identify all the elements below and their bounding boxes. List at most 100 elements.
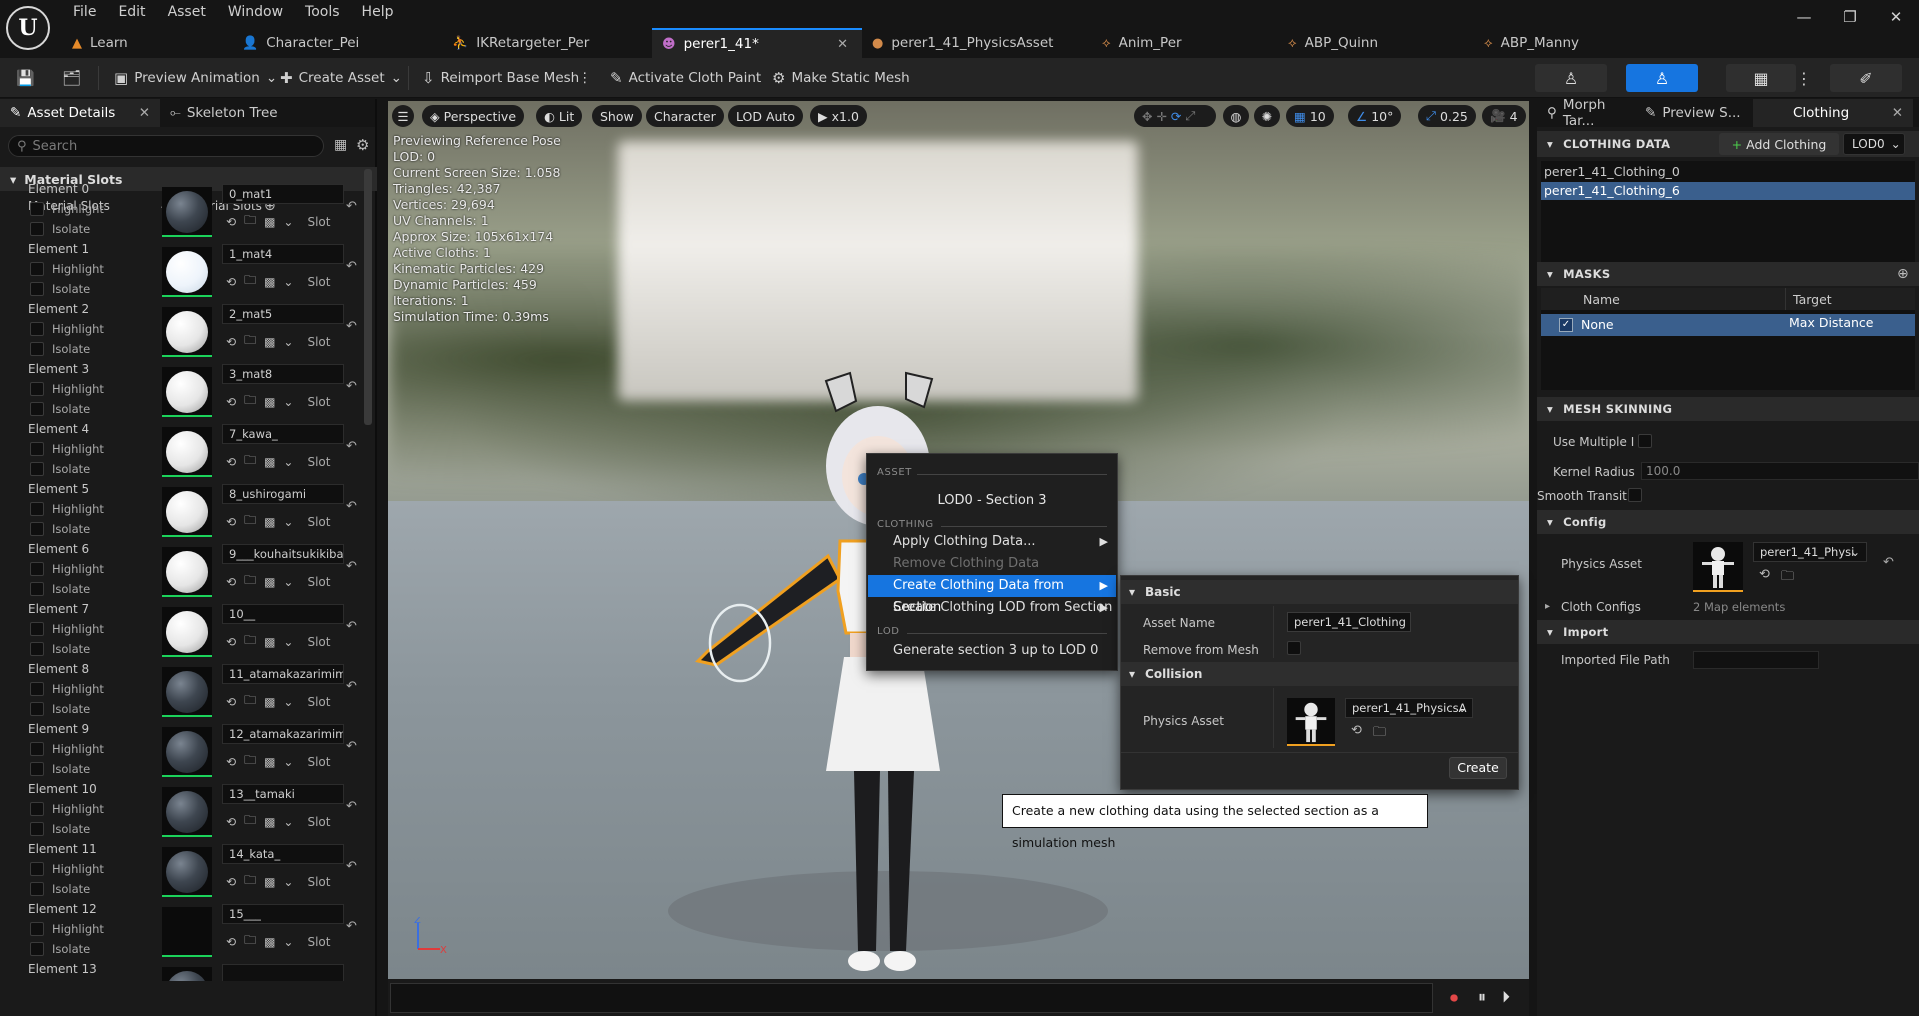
highlight-checkbox[interactable] bbox=[30, 502, 44, 516]
chevron-down-icon[interactable]: ⌄ bbox=[283, 935, 293, 949]
reset-icon[interactable]: ↶ bbox=[346, 439, 357, 454]
asset-name-input[interactable]: perer1_41_Clothing bbox=[1287, 612, 1411, 632]
menu-item-create-clothing-lod[interactable]: Create Clothing LOD from Section ▶ bbox=[868, 597, 1116, 619]
skeleton-mode-button[interactable]: ♙ bbox=[1535, 64, 1607, 92]
toolbar-more-icon[interactable]: ⋮ bbox=[1790, 64, 1818, 92]
browse-asset-icon[interactable]: 🗀 bbox=[244, 631, 256, 652]
preview-animation-button[interactable]: ▣ Preview Animation ⌄ bbox=[108, 64, 283, 92]
material-thumbnail[interactable] bbox=[162, 967, 212, 981]
isolate-checkbox[interactable] bbox=[30, 762, 44, 776]
collision-section[interactable]: ▾ Collision bbox=[1121, 662, 1518, 686]
menu-item-apply-clothing[interactable]: Apply Clothing Data... ▶ bbox=[868, 531, 1116, 553]
chevron-down-icon[interactable]: ⌄ bbox=[283, 455, 293, 469]
mesh-mode-button[interactable]: ♙ bbox=[1626, 64, 1698, 92]
use-selected-icon[interactable]: ⟲ bbox=[226, 275, 236, 289]
browse-asset-icon[interactable]: 🗀 bbox=[244, 511, 256, 532]
smooth-transition-checkbox[interactable] bbox=[1628, 488, 1642, 502]
close-icon[interactable]: ✕ bbox=[139, 105, 150, 121]
tab-perer1-41-physicsasset[interactable]: ● perer1_41_PhysicsAsset bbox=[862, 28, 1092, 58]
material-name-field[interactable]: 3_mat8 bbox=[222, 364, 344, 384]
checker-icon[interactable]: ▩ bbox=[264, 755, 275, 769]
isolate-checkbox[interactable] bbox=[30, 282, 44, 296]
highlight-checkbox[interactable] bbox=[30, 442, 44, 456]
reset-icon[interactable]: ↶ bbox=[346, 499, 357, 514]
menu-asset[interactable]: Asset bbox=[157, 2, 217, 22]
reset-icon[interactable]: ↶ bbox=[346, 979, 357, 981]
masks-section[interactable]: ▾ MASKS ⊕ bbox=[1537, 262, 1919, 286]
reset-icon[interactable]: ↶ bbox=[346, 919, 357, 934]
chevron-down-icon[interactable]: ⌄ bbox=[283, 515, 293, 529]
close-button[interactable]: ✕ bbox=[1873, 0, 1919, 34]
reset-icon[interactable]: ↶ bbox=[346, 379, 357, 394]
material-thumbnail[interactable] bbox=[162, 847, 212, 897]
kernel-radius-input[interactable]: 100.0 bbox=[1641, 462, 1919, 480]
tab-morph-targets[interactable]: ⚲ Morph Tar... bbox=[1537, 97, 1635, 129]
unreal-logo-icon[interactable]: U bbox=[6, 6, 50, 50]
material-name-field[interactable]: 11_atamakazarimimi bbox=[222, 664, 344, 684]
grid-snap-button[interactable]: ▦ 10 bbox=[1286, 105, 1334, 127]
pause-icon[interactable]: ⏸ bbox=[1478, 987, 1486, 1007]
chevron-down-icon[interactable]: ⌄ bbox=[283, 755, 293, 769]
close-icon[interactable]: ✕ bbox=[837, 37, 848, 52]
checker-icon[interactable]: ▩ bbox=[264, 815, 275, 829]
lit-button[interactable]: ◐ Lit bbox=[536, 105, 583, 127]
browse-asset-icon[interactable]: 🗀 bbox=[244, 871, 256, 892]
material-thumbnail[interactable] bbox=[162, 427, 212, 477]
tab-character-pei[interactable]: 👤 Character_Pei bbox=[232, 28, 442, 58]
checker-icon[interactable]: ▩ bbox=[264, 875, 275, 889]
use-selected-icon[interactable]: ⟲ bbox=[1351, 723, 1362, 738]
material-thumbnail[interactable] bbox=[162, 607, 212, 657]
checker-icon[interactable]: ▩ bbox=[264, 515, 275, 529]
highlight-checkbox[interactable] bbox=[30, 202, 44, 216]
material-name-field[interactable]: 14_kata_ bbox=[222, 844, 344, 864]
highlight-checkbox[interactable] bbox=[30, 622, 44, 636]
highlight-checkbox[interactable] bbox=[30, 742, 44, 756]
use-selected-icon[interactable]: ⟲ bbox=[226, 695, 236, 709]
mesh-skinning-section[interactable]: ▾ MESH SKINNING bbox=[1537, 397, 1919, 421]
surface-snap-icon[interactable]: ◍ bbox=[1223, 105, 1249, 127]
material-name-field[interactable] bbox=[222, 964, 344, 981]
material-name-field[interactable]: 13__tamaki bbox=[222, 784, 344, 804]
isolate-checkbox[interactable] bbox=[30, 222, 44, 236]
material-name-field[interactable]: 7_kawa_ bbox=[222, 424, 344, 444]
chevron-down-icon[interactable]: ⌄ bbox=[283, 635, 293, 649]
isolate-checkbox[interactable] bbox=[30, 822, 44, 836]
highlight-checkbox[interactable] bbox=[30, 262, 44, 276]
menu-window[interactable]: Window bbox=[217, 2, 294, 22]
perspective-button[interactable]: ◈ Perspective bbox=[422, 105, 525, 127]
checker-icon[interactable]: ▩ bbox=[264, 695, 275, 709]
reimport-base-mesh-button[interactable]: ⇩ Reimport Base Mesh bbox=[416, 64, 585, 92]
menu-tools[interactable]: Tools bbox=[294, 2, 351, 22]
create-button[interactable]: Create bbox=[1449, 757, 1507, 779]
isolate-checkbox[interactable] bbox=[30, 582, 44, 596]
material-thumbnail[interactable] bbox=[162, 247, 212, 297]
chevron-down-icon[interactable]: ⌄ bbox=[283, 275, 293, 289]
material-name-field[interactable]: 9___kouhaitsukikiba bbox=[222, 544, 344, 564]
highlight-checkbox[interactable] bbox=[30, 862, 44, 876]
browse-asset-icon[interactable]: 🗀 bbox=[244, 451, 256, 472]
isolate-checkbox[interactable] bbox=[30, 462, 44, 476]
browse-asset-icon[interactable]: 🗀 bbox=[244, 211, 256, 232]
material-thumbnail[interactable] bbox=[162, 727, 212, 777]
material-thumbnail[interactable] bbox=[162, 907, 212, 957]
use-selected-icon[interactable]: ⟲ bbox=[226, 875, 236, 889]
checker-icon[interactable]: ▩ bbox=[264, 215, 275, 229]
layout-button[interactable]: ▦ bbox=[1726, 64, 1796, 92]
isolate-checkbox[interactable] bbox=[30, 342, 44, 356]
list-item-selected[interactable]: perer1_41_Clothing_6 bbox=[1541, 182, 1915, 200]
use-selected-icon[interactable]: ⟲ bbox=[226, 575, 236, 589]
material-name-field[interactable]: 12_atamakazarimimig bbox=[222, 724, 344, 744]
reset-icon[interactable]: ↶ bbox=[346, 319, 357, 334]
highlight-checkbox[interactable] bbox=[30, 322, 44, 336]
imported-file-path-input[interactable] bbox=[1693, 651, 1819, 669]
checker-icon[interactable]: ▩ bbox=[264, 275, 275, 289]
physics-asset-thumbnail[interactable] bbox=[1693, 542, 1743, 592]
highlight-checkbox[interactable] bbox=[30, 922, 44, 936]
character-button[interactable]: Character bbox=[646, 105, 724, 127]
checker-icon[interactable]: ▩ bbox=[264, 635, 275, 649]
browse-asset-icon[interactable]: 🗀 bbox=[244, 571, 256, 592]
activate-cloth-paint-button[interactable]: ✎ Activate Cloth Paint bbox=[604, 64, 767, 92]
browse-asset-icon[interactable]: 🗀 bbox=[244, 271, 256, 292]
reset-icon[interactable]: ↶ bbox=[346, 199, 357, 214]
browse-asset-icon[interactable]: 🗀 bbox=[1781, 567, 1794, 589]
